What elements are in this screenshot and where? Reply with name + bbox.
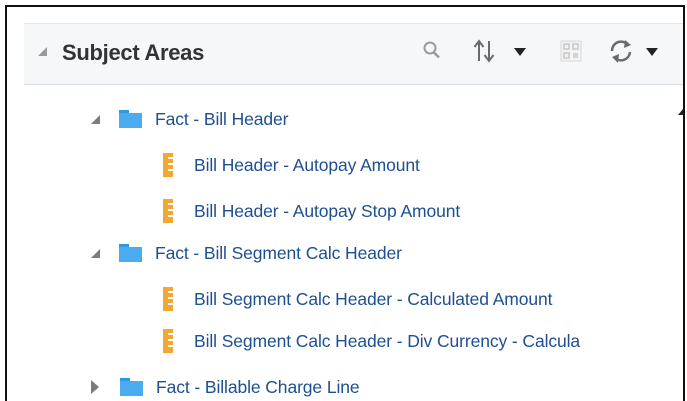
tree-item-label[interactable]: Bill Header - Autopay Stop Amount	[194, 201, 460, 222]
measure-icon	[163, 153, 173, 177]
tree-measure-item[interactable]: Bill Segment Calc Header - Div Currency …	[163, 326, 580, 356]
folder-icon	[120, 378, 143, 396]
measure-icon	[163, 329, 173, 353]
tree-item-label[interactable]: Fact - Billable Charge Line	[156, 377, 360, 398]
search-button[interactable]	[422, 36, 444, 66]
collapse-panel-icon[interactable]	[38, 47, 47, 56]
expand-collapse-icon[interactable]	[91, 248, 100, 258]
sort-icon	[473, 39, 495, 63]
tree-item-label[interactable]: Bill Header - Autopay Amount	[194, 155, 420, 176]
qr-icon	[560, 40, 582, 62]
sort-button[interactable]	[473, 36, 529, 66]
chevron-down-icon	[514, 48, 526, 56]
measure-icon	[163, 199, 173, 223]
search-icon	[423, 41, 440, 59]
folder-icon	[119, 244, 142, 262]
tree-measure-item[interactable]: Bill Segment Calc Header - Calculated Am…	[163, 284, 553, 314]
tree-item-label[interactable]: Bill Segment Calc Header - Div Currency …	[194, 331, 580, 352]
chevron-down-icon	[646, 48, 658, 56]
tree-item-label[interactable]: Fact - Bill Segment Calc Header	[155, 243, 402, 264]
tree-item-label[interactable]: Bill Segment Calc Header - Calculated Am…	[194, 289, 553, 310]
tree-folder-fact-billable-charge-line[interactable]: Fact - Billable Charge Line	[91, 372, 360, 401]
tree-folder-fact-bill-header[interactable]: Fact - Bill Header	[91, 104, 288, 134]
panel-title: Subject Areas	[62, 40, 205, 65]
refresh-icon	[610, 40, 632, 63]
panel-header: Subject Areas	[24, 23, 683, 85]
measure-icon	[163, 287, 173, 311]
disabled-tool-button[interactable]	[560, 39, 582, 69]
subject-areas-window: Subject Areas Fact - Bill Header Bill He…	[5, 5, 685, 401]
tree-folder-fact-bill-segment-calc-header[interactable]: Fact - Bill Segment Calc Header	[91, 238, 402, 268]
tree-item-label[interactable]: Fact - Bill Header	[155, 109, 288, 130]
scroll-up-arrow-icon[interactable]	[678, 109, 683, 115]
expand-collapse-icon[interactable]	[91, 380, 99, 394]
tree-measure-item[interactable]: Bill Header - Autopay Amount	[163, 150, 420, 180]
subject-areas-tree: Fact - Bill Header Bill Header - Autopay…	[24, 85, 683, 401]
folder-icon	[119, 110, 142, 128]
tree-measure-item[interactable]: Bill Header - Autopay Stop Amount	[163, 196, 460, 226]
refresh-button[interactable]	[608, 36, 666, 66]
expand-collapse-icon[interactable]	[91, 114, 100, 124]
